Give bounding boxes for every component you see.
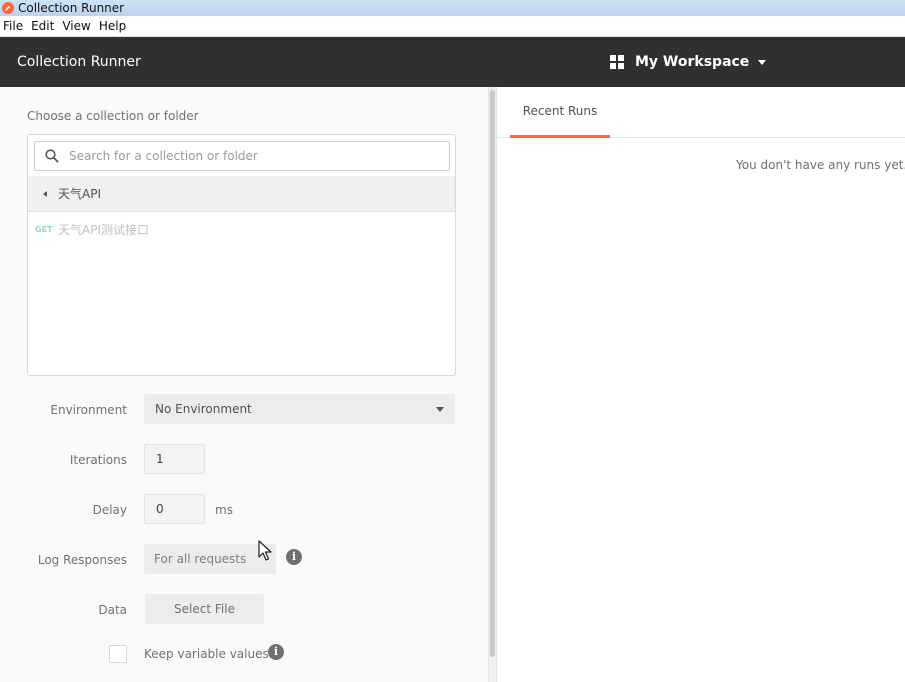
collection-breadcrumb[interactable]: 天气API [28,176,455,212]
method-badge: GET [35,224,53,234]
tab-recent-runs[interactable]: Recent Runs [510,87,610,138]
search-input[interactable] [69,149,429,163]
request-name: 天气API测试接口 [58,222,149,237]
keep-variables-checkbox[interactable] [109,645,127,663]
back-caret-icon [43,190,47,197]
delay-label: Delay [92,503,127,517]
app-header: Collection Runner My Workspace [0,37,905,87]
runs-tabs: Recent Runs [497,87,905,138]
choose-collection-label: Choose a collection or folder [27,109,199,123]
menu-help[interactable]: Help [95,19,130,33]
collection-picker: 天气API GET 天气API测试接口 [27,134,456,376]
log-responses-select[interactable]: For all requests [144,544,276,574]
page-title: Collection Runner [17,54,141,70]
keep-variables-label: Keep variable values [144,647,269,661]
environment-select[interactable]: No Environment [144,394,455,424]
info-icon[interactable]: i [286,549,302,565]
log-responses-label: Log Responses [37,553,127,567]
iterations-input[interactable] [144,444,205,474]
workspace-grid-icon [610,55,624,69]
chevron-down-icon [436,407,444,412]
request-item[interactable]: GET 天气API测试接口 [28,219,455,239]
empty-runs-message: You don't have any runs yet. S [736,158,905,172]
chevron-down-icon [758,59,767,65]
postman-logo-icon [2,2,14,14]
log-responses-value: For all requests [154,552,247,566]
workspace-label: My Workspace [635,54,750,70]
scrollbar-thumb[interactable] [490,90,495,657]
delay-input[interactable] [144,494,205,524]
window-title: Collection Runner [18,1,125,15]
search-icon [45,149,59,163]
environment-label: Environment [50,403,127,417]
breadcrumb-label: 天气API [58,187,101,201]
menu-bar: File Edit View Help [0,16,905,37]
environment-value: No Environment [155,402,252,416]
iterations-label: Iterations [69,453,127,467]
window-title-bar: Collection Runner [0,0,905,16]
menu-file[interactable]: File [0,19,27,33]
info-icon[interactable]: i [268,644,284,660]
recent-runs-pane: Recent Runs You don't have any runs yet.… [497,87,905,682]
workspace-switcher[interactable]: My Workspace [610,53,767,71]
pane-scrollbar[interactable] [488,87,497,682]
data-label: Data [98,603,127,617]
delay-unit: ms [215,503,233,517]
mouse-cursor-icon [258,540,272,561]
select-file-button[interactable]: Select File [145,594,264,624]
search-box [34,141,450,171]
menu-edit[interactable]: Edit [27,19,58,33]
runner-config-pane: Choose a collection or folder 天气API GET … [0,87,488,682]
menu-view[interactable]: View [58,19,94,33]
